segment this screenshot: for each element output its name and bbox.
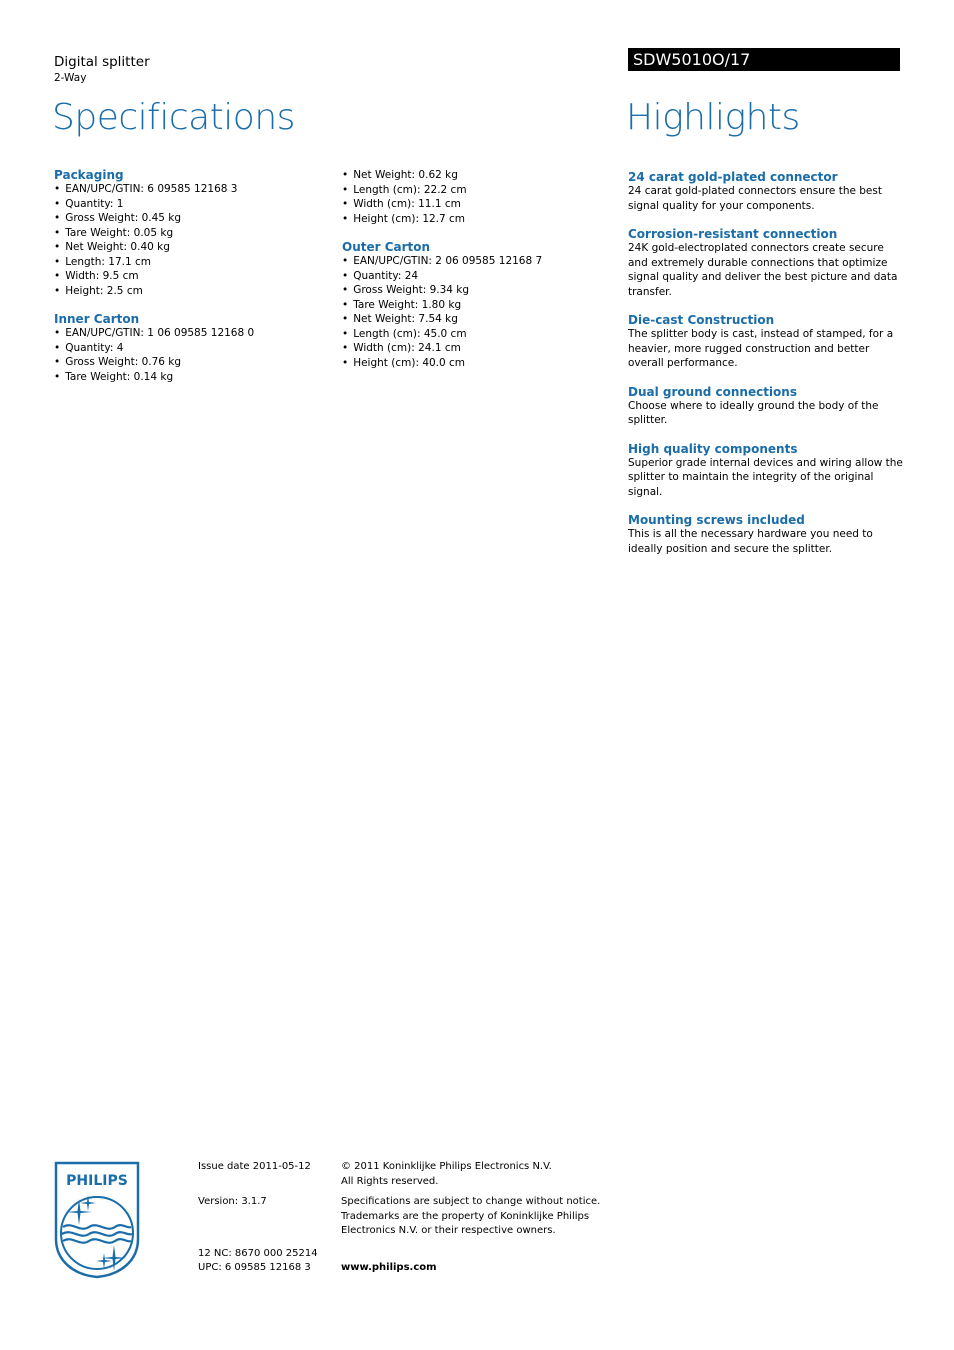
- highlight-item: Dual ground connections Choose where to …: [628, 385, 904, 428]
- spec-item: Length (cm): 45.0 cm: [342, 327, 612, 342]
- version: Version: 3.1.7: [198, 1196, 267, 1207]
- spec-item: Net Weight: 7.54 kg: [342, 312, 612, 327]
- spec-item: Width (cm): 24.1 cm: [342, 341, 612, 356]
- spec-column-1: Packaging EAN/UPC/GTIN: 6 09585 12168 3 …: [54, 168, 324, 384]
- specifications-title: Specifications: [52, 97, 295, 138]
- product-name: Digital splitter: [54, 54, 150, 70]
- highlights-title: Highlights: [626, 97, 800, 138]
- philips-shield-logo: PHILIPS: [54, 1161, 140, 1279]
- highlight-title: Die-cast Construction: [628, 313, 775, 327]
- spec-item: Tare Weight: 0.14 kg: [54, 370, 324, 385]
- spec-item: Length: 17.1 cm: [54, 255, 324, 270]
- website-link[interactable]: www.philips.com: [341, 1261, 437, 1276]
- spec-list: EAN/UPC/GTIN: 1 06 09585 12168 0 Quantit…: [54, 326, 324, 384]
- highlight-item: Mounting screws included This is all the…: [628, 513, 904, 556]
- spec-section-inner-carton-continued: Net Weight: 0.62 kg Length (cm): 22.2 cm…: [342, 168, 612, 226]
- spec-section-inner-carton: Inner Carton EAN/UPC/GTIN: 1 06 09585 12…: [54, 312, 324, 384]
- spec-item: Quantity: 24: [342, 269, 612, 284]
- twelve-nc-code: 12 NC: 8670 000 25214: [198, 1248, 318, 1259]
- disclaimer-line: Electronics N.V. or their respective own…: [341, 1225, 556, 1236]
- upc-code: UPC: 6 09585 12168 3: [198, 1262, 311, 1273]
- spec-item: Tare Weight: 0.05 kg: [54, 226, 324, 241]
- highlight-title: 24 carat gold-plated connector: [628, 170, 838, 184]
- logo-wordmark: PHILIPS: [66, 1173, 128, 1189]
- spec-section-outer-carton: Outer Carton EAN/UPC/GTIN: 2 06 09585 12…: [342, 240, 612, 370]
- highlight-title: Corrosion-resistant connection: [628, 227, 838, 241]
- spec-item: Gross Weight: 0.76 kg: [54, 355, 324, 370]
- spec-item: Height (cm): 12.7 cm: [342, 212, 612, 227]
- issue-date: Issue date 2011-05-12: [198, 1161, 311, 1172]
- highlight-item: Die-cast Construction The splitter body …: [628, 313, 904, 371]
- highlight-body: 24K gold-electroplated connectors create…: [628, 242, 898, 298]
- spec-item: Gross Weight: 0.45 kg: [54, 211, 324, 226]
- spec-item: Tare Weight: 1.80 kg: [342, 298, 612, 313]
- disclaimer-line: Specifications are subject to change wit…: [341, 1196, 601, 1207]
- disclaimer: Specifications are subject to change wit…: [341, 1195, 600, 1239]
- highlights-column: 24 carat gold-plated connector 24 carat …: [628, 170, 904, 570]
- copyright-line: All Rights reserved.: [341, 1175, 439, 1187]
- model-number-bar: SDW5010O/17: [628, 48, 900, 71]
- spec-list: Net Weight: 0.62 kg Length (cm): 22.2 cm…: [342, 168, 612, 226]
- spec-item: EAN/UPC/GTIN: 6 09585 12168 3: [54, 182, 324, 197]
- highlight-item: 24 carat gold-plated connector 24 carat …: [628, 170, 904, 213]
- highlight-title: High quality components: [628, 441, 798, 456]
- spec-list: EAN/UPC/GTIN: 6 09585 12168 3 Quantity: …: [54, 182, 324, 298]
- spec-item: Quantity: 1: [54, 197, 324, 212]
- highlight-body: Choose where to ideally ground the body …: [628, 399, 879, 427]
- spec-item: EAN/UPC/GTIN: 2 06 09585 12168 7: [342, 254, 612, 269]
- spec-item: Height: 2.5 cm: [54, 284, 324, 299]
- highlight-body: Superior grade internal devices and wiri…: [628, 456, 903, 498]
- spec-section-title: Packaging: [54, 168, 124, 182]
- spec-item: Width (cm): 11.1 cm: [342, 197, 612, 212]
- spec-item: Width: 9.5 cm: [54, 269, 324, 284]
- spec-section-packaging: Packaging EAN/UPC/GTIN: 6 09585 12168 3 …: [54, 168, 324, 298]
- highlight-item: High quality components Superior grade i…: [628, 442, 904, 500]
- highlight-title: Mounting screws included: [628, 513, 805, 527]
- spec-item: Gross Weight: 9.34 kg: [342, 283, 612, 298]
- highlight-title: Dual ground connections: [628, 384, 797, 399]
- spec-item: Quantity: 4: [54, 341, 324, 356]
- spec-section-title: Inner Carton: [54, 312, 140, 326]
- philips-shield-icon: PHILIPS: [54, 1161, 140, 1279]
- spec-section-title: Outer Carton: [342, 240, 431, 254]
- copyright-line: © 2011 Koninklijke Philips Electronics N…: [341, 1161, 552, 1172]
- spec-item: Net Weight: 0.62 kg: [342, 168, 612, 183]
- product-variant: 2-Way: [54, 72, 87, 84]
- spec-item: EAN/UPC/GTIN: 1 06 09585 12168 0: [54, 326, 324, 341]
- spec-column-2: Net Weight: 0.62 kg Length (cm): 22.2 cm…: [342, 168, 612, 370]
- highlight-item: Corrosion-resistant connection 24K gold-…: [628, 227, 904, 299]
- copyright: © 2011 Koninklijke Philips Electronics N…: [341, 1160, 552, 1189]
- highlight-body: The splitter body is cast, instead of st…: [628, 328, 894, 369]
- spec-item: Height (cm): 40.0 cm: [342, 356, 612, 371]
- spec-list: EAN/UPC/GTIN: 2 06 09585 12168 7 Quantit…: [342, 254, 612, 370]
- highlight-body: This is all the necessary hardware you n…: [628, 528, 873, 555]
- model-number: SDW5010O/17: [633, 50, 751, 69]
- highlight-body: 24 carat gold-plated connectors ensure t…: [628, 185, 882, 212]
- spec-item: Net Weight: 0.40 kg: [54, 240, 324, 255]
- spec-item: Length (cm): 22.2 cm: [342, 183, 612, 198]
- disclaimer-line: Trademarks are the property of Koninklij…: [341, 1210, 590, 1222]
